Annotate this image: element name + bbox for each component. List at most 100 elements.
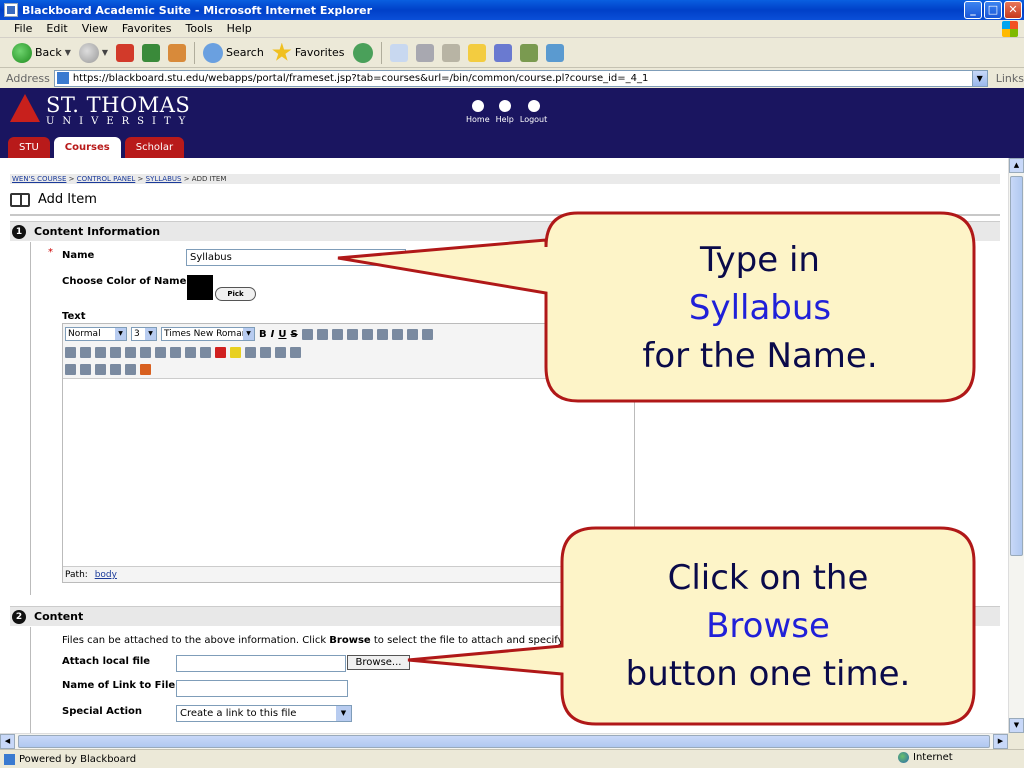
folder-icon[interactable] <box>467 43 486 62</box>
menu-view[interactable]: View <box>82 22 108 35</box>
format-select[interactable]: Normal ▼ <box>65 327 127 341</box>
path-body-link[interactable]: body <box>95 570 117 580</box>
undo-icon[interactable] <box>140 346 151 358</box>
maximize-button[interactable]: □ <box>984 1 1002 19</box>
align-left-icon[interactable] <box>331 328 343 340</box>
indent-icon[interactable] <box>406 328 418 340</box>
bold-icon[interactable]: B <box>259 329 267 340</box>
table-icon[interactable] <box>185 346 196 358</box>
anchor-icon[interactable] <box>170 346 181 358</box>
media-icon[interactable] <box>519 43 538 62</box>
strikethrough-icon[interactable]: S <box>290 329 297 340</box>
link-name-label: Name of Link to File <box>62 680 176 691</box>
scroll-left-arrow[interactable]: ◀ <box>0 734 15 749</box>
align-right-icon[interactable] <box>361 328 373 340</box>
menu-tools[interactable]: Tools <box>186 22 213 35</box>
italic-icon[interactable]: I <box>271 329 275 340</box>
edit-icon[interactable] <box>441 43 460 62</box>
superscript-icon[interactable] <box>316 328 328 340</box>
document-icon[interactable] <box>110 363 121 375</box>
menu-help[interactable]: Help <box>227 22 252 35</box>
outdent-icon[interactable] <box>421 328 433 340</box>
redo-icon[interactable] <box>155 346 166 358</box>
breadcrumb-syllabus[interactable]: SYLLABUS <box>146 175 182 183</box>
chevron-down-icon: ▼ <box>115 328 126 340</box>
security-zone: Internet <box>898 752 953 763</box>
line-icon[interactable] <box>200 346 211 358</box>
horizontal-scroll-thumb[interactable] <box>18 735 990 748</box>
align-center-icon[interactable] <box>346 328 358 340</box>
scroll-right-arrow[interactable]: ▶ <box>993 734 1008 749</box>
favorites-button[interactable]: Favorites <box>272 42 345 63</box>
copy-icon[interactable] <box>95 346 106 358</box>
preview-icon[interactable] <box>290 346 301 358</box>
forward-button[interactable]: ▼ <box>78 42 108 63</box>
logout-link-label: Logout <box>519 115 548 124</box>
research-icon[interactable] <box>493 43 512 62</box>
status-bar: Powered by Blackboard Internet <box>0 749 1024 768</box>
equation-icon[interactable] <box>245 346 256 358</box>
menu-favorites[interactable]: Favorites <box>122 22 172 35</box>
subscript-icon[interactable] <box>301 328 313 340</box>
pick-color-button[interactable]: Pick <box>215 287 256 301</box>
toolbar-separator <box>194 41 196 64</box>
mail-icon[interactable] <box>389 43 408 62</box>
search-button[interactable]: Search <box>203 42 264 63</box>
paste-icon[interactable] <box>110 346 121 358</box>
browse-button[interactable]: Browse... <box>347 655 410 670</box>
spellcheck-icon[interactable] <box>65 346 76 358</box>
vertical-scrollbar[interactable]: ▲ ▼ <box>1008 158 1024 733</box>
text-color-icon[interactable] <box>215 346 226 358</box>
font-select[interactable]: Times New Roman ▼ <box>161 327 255 341</box>
messenger-icon[interactable] <box>545 43 564 62</box>
special-action-select[interactable]: Create a link to this file ▼ <box>176 705 352 722</box>
flash-icon[interactable] <box>140 363 151 375</box>
home-icon[interactable] <box>168 43 187 62</box>
scroll-up-arrow[interactable]: ▲ <box>1009 158 1024 173</box>
close-button[interactable]: ✕ <box>1004 1 1022 19</box>
chevron-down-icon[interactable]: ▼ <box>971 70 987 86</box>
html-icon[interactable] <box>260 346 271 358</box>
scroll-down-arrow[interactable]: ▼ <box>1009 718 1024 733</box>
media-icon[interactable] <box>80 363 91 375</box>
cut-icon[interactable] <box>80 346 91 358</box>
breadcrumb-control-panel[interactable]: CONTROL PANEL <box>77 175 136 183</box>
home-link[interactable]: Home <box>466 100 490 124</box>
editor-body[interactable] <box>63 380 634 566</box>
file-icon[interactable] <box>95 363 106 375</box>
minimize-button[interactable]: _ <box>964 1 982 19</box>
tab-courses[interactable]: Courses <box>53 137 121 158</box>
size-select[interactable]: 3 ▼ <box>131 327 157 341</box>
link-icon[interactable] <box>125 346 136 358</box>
highlight-icon[interactable] <box>230 346 241 358</box>
color-swatch[interactable] <box>187 275 213 300</box>
breadcrumb-course[interactable]: WEN'S COURSE <box>12 175 66 183</box>
horizontal-scrollbar[interactable]: ◀ ▶ <box>0 733 1008 749</box>
help-link[interactable]: Help <box>496 100 514 124</box>
vertical-scroll-thumb[interactable] <box>1010 176 1023 556</box>
stop-icon[interactable] <box>116 43 135 62</box>
menu-edit[interactable]: Edit <box>46 22 67 35</box>
tab-stu[interactable]: STU <box>8 137 50 158</box>
underline-icon[interactable]: U <box>278 329 286 340</box>
menu-file[interactable]: File <box>14 22 32 35</box>
numbered-list-icon[interactable] <box>376 328 388 340</box>
bullet-list-icon[interactable] <box>391 328 403 340</box>
university-logo[interactable]: ST. THOMAS UNIVERSITY <box>10 94 193 128</box>
address-input[interactable]: https://blackboard.stu.edu/webapps/porta… <box>53 69 988 87</box>
logout-link[interactable]: Logout <box>520 100 547 124</box>
link-name-input[interactable] <box>176 680 348 697</box>
tab-scholar[interactable]: Scholar <box>124 137 185 158</box>
name-input[interactable]: Syllabus <box>186 249 406 266</box>
print-icon[interactable] <box>415 43 434 62</box>
history-icon[interactable] <box>352 42 373 63</box>
choose-color-label: Choose Color of Name <box>62 276 187 287</box>
source-icon[interactable] <box>275 346 286 358</box>
star-icon <box>272 42 292 61</box>
refresh-icon[interactable] <box>142 43 161 62</box>
attachment-icon[interactable] <box>125 363 136 375</box>
attach-file-input[interactable] <box>176 655 346 672</box>
back-button[interactable]: Back ▼ <box>12 42 71 63</box>
image-icon[interactable] <box>65 363 76 375</box>
links-button[interactable]: Links <box>996 72 1024 85</box>
